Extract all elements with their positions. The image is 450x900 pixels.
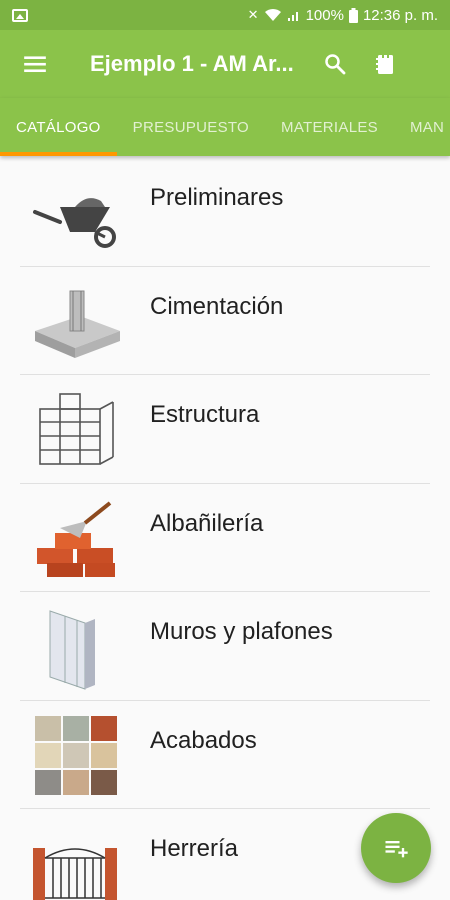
battery-icon xyxy=(348,7,358,23)
list-item-label: Estructura xyxy=(150,401,260,428)
foundation-icon xyxy=(35,290,120,358)
signal-icon xyxy=(287,12,298,21)
list-item-label: Herrería xyxy=(150,835,239,862)
notebook-icon xyxy=(376,53,393,74)
drywall-icon xyxy=(49,610,95,690)
finish-tiles-icon xyxy=(35,715,117,795)
list-item-albanileria[interactable]: Albañilería xyxy=(0,484,450,592)
menu-button[interactable] xyxy=(0,30,70,98)
list-item-label: Cimentación xyxy=(150,292,284,320)
list-item-cimentacion[interactable]: Cimentación xyxy=(0,267,450,375)
hamburger-menu-icon xyxy=(24,56,46,73)
bricks-trowel-icon xyxy=(37,500,115,577)
catalog-list: Preliminares Cimentación Estructura Alba… xyxy=(0,158,450,900)
ironwork-gate-icon xyxy=(33,848,117,900)
list-item-preliminares[interactable]: Preliminares xyxy=(0,158,450,267)
notebook-button[interactable] xyxy=(360,30,410,98)
list-item-label: Albañilería xyxy=(150,509,264,537)
app-bar: Ejemplo 1 - AM Ar... xyxy=(0,30,450,98)
tab-presupuesto[interactable]: PRESUPUESTO xyxy=(117,98,265,156)
list-item-muros[interactable]: Muros y plafones xyxy=(0,592,450,701)
list-item-label: Acabados xyxy=(150,726,257,754)
status-bar: ✕ 100% 12:36 p. m. xyxy=(0,0,450,30)
battery-percent: 100% xyxy=(305,6,344,24)
search-button[interactable] xyxy=(310,30,360,98)
search-icon xyxy=(325,54,346,75)
list-item-label: Preliminares xyxy=(150,184,284,211)
structure-icon xyxy=(39,393,114,465)
wifi-icon xyxy=(264,8,281,21)
page-title: Ejemplo 1 - AM Ar... xyxy=(90,51,294,76)
playlist-add-icon xyxy=(385,841,408,858)
tab-bar: CATÁLOGO PRESUPUESTO MATERIALES MAN xyxy=(0,98,450,156)
wheelbarrow-icon xyxy=(33,198,116,248)
clock: 12:36 p. m. xyxy=(362,6,438,24)
list-item-label: Muros y plafones xyxy=(150,618,333,645)
mute-icon: ✕ xyxy=(247,7,259,22)
gallery-notification-icon xyxy=(12,8,28,22)
add-to-list-fab[interactable] xyxy=(361,813,431,883)
tab-man[interactable]: MAN xyxy=(394,98,450,156)
list-item-acabados[interactable]: Acabados xyxy=(0,701,450,809)
list-item-estructura[interactable]: Estructura xyxy=(0,375,450,484)
tab-materiales[interactable]: MATERIALES xyxy=(265,98,394,156)
tab-catalogo[interactable]: CATÁLOGO xyxy=(0,98,117,156)
